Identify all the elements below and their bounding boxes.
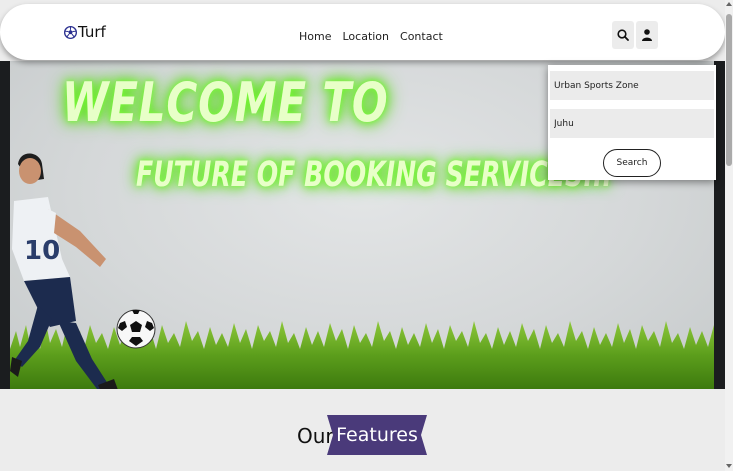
svg-text:10: 10 xyxy=(24,236,60,266)
user-button[interactable] xyxy=(636,21,658,49)
scroll-thumb[interactable] xyxy=(726,14,732,166)
navbar: Turf Home Location Contact xyxy=(0,4,725,60)
scroll-down-arrow-icon[interactable] xyxy=(726,464,732,468)
main-nav: Home Location Contact xyxy=(299,30,454,43)
scroll-up-arrow-icon[interactable] xyxy=(726,2,732,6)
nav-contact[interactable]: Contact xyxy=(400,30,443,43)
hero-subtitle: FUTURE OF BOOKING SERVICES... xyxy=(136,155,612,195)
logo[interactable]: Turf xyxy=(64,23,106,41)
nav-home[interactable]: Home xyxy=(299,30,331,43)
nav-location[interactable]: Location xyxy=(342,30,389,43)
page-scrollbar[interactable] xyxy=(725,0,733,471)
logo-text: Turf xyxy=(78,23,106,41)
soccer-ball-icon xyxy=(64,25,77,39)
location-input[interactable] xyxy=(550,109,714,138)
soccer-ball-illustration xyxy=(116,309,156,349)
page: Turf Home Location Contact WELCOME TO FU… xyxy=(0,0,725,471)
turf-name-input[interactable] xyxy=(550,71,714,100)
features-highlight: Features xyxy=(327,415,427,455)
features-highlight-label: Features xyxy=(336,424,418,446)
hero-border-left xyxy=(0,61,10,389)
search-icon xyxy=(617,29,629,41)
features-prefix: Our xyxy=(297,424,334,448)
search-button[interactable] xyxy=(612,21,634,49)
search-submit-button[interactable]: Search xyxy=(603,149,661,177)
search-dropdown: Search xyxy=(548,65,716,180)
user-icon xyxy=(642,29,652,41)
features-heading: Our Features xyxy=(0,414,725,456)
